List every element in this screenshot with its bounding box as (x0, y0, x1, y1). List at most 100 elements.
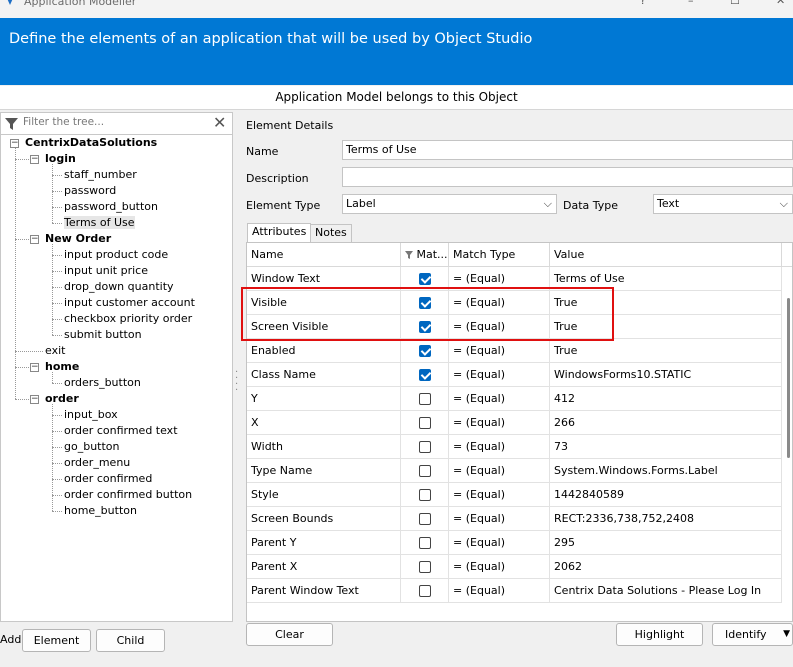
match-checkbox[interactable] (419, 513, 431, 525)
add-child-button[interactable]: Child (96, 629, 165, 652)
close-icon[interactable]: ✕ (213, 114, 226, 132)
table-row[interactable]: Parent Window Text = (Equal) Centrix Dat… (247, 579, 782, 603)
tree-node-group[interactable]: home (45, 359, 79, 375)
match-type-cell[interactable]: = (Equal) (449, 435, 550, 459)
table-row[interactable]: Type Name = (Equal) System.Windows.Forms… (247, 459, 782, 483)
column-header-match[interactable]: Mat... (401, 243, 449, 267)
tree-node-element[interactable]: order_menu (64, 455, 130, 471)
match-checkbox[interactable] (419, 465, 431, 477)
match-cell (401, 435, 449, 459)
match-checkbox[interactable] (419, 393, 431, 405)
tree-node-element[interactable]: input product code (64, 247, 168, 263)
tree-node-element[interactable]: password (64, 183, 116, 199)
match-checkbox[interactable] (419, 273, 431, 285)
match-checkbox[interactable] (419, 417, 431, 429)
tree-node-element[interactable]: order confirmed (64, 471, 152, 487)
tree-node-group[interactable]: login (45, 151, 76, 167)
tree-node-group[interactable]: New Order (45, 231, 111, 247)
help-icon[interactable]: ? (640, 0, 646, 7)
tree-node-element[interactable]: orders_button (64, 375, 141, 391)
value-cell[interactable]: 412 (550, 387, 782, 411)
tree-node-element[interactable]: order confirmed button (64, 487, 192, 503)
collapse-toggle[interactable]: − (10, 139, 19, 148)
description-field[interactable] (342, 167, 793, 187)
value-cell[interactable]: 2062 (550, 555, 782, 579)
value-cell[interactable]: Centrix Data Solutions - Please Log In (550, 579, 782, 603)
tree-node-element[interactable]: order confirmed text (64, 423, 178, 439)
tree-filter[interactable]: Filter the tree... ✕ (1, 113, 232, 135)
collapse-toggle[interactable]: − (30, 155, 39, 164)
tree-node-element[interactable]: drop_down quantity (64, 279, 174, 295)
grid-scrollbar[interactable] (787, 298, 790, 458)
column-header-value[interactable]: Value (550, 243, 782, 267)
match-checkbox[interactable] (419, 441, 431, 453)
value-cell[interactable]: 1442840589 (550, 483, 782, 507)
table-row[interactable]: Parent X = (Equal) 2062 (247, 555, 782, 579)
tree-node-root[interactable]: CentrixDataSolutions (25, 135, 157, 151)
value-cell[interactable]: 73 (550, 435, 782, 459)
tab-notes[interactable]: Notes (310, 224, 352, 242)
tree-node-element[interactable]: home_button (64, 503, 137, 519)
description-label: Description (246, 172, 309, 185)
match-checkbox[interactable] (419, 489, 431, 501)
name-field[interactable]: Terms of Use (342, 140, 793, 160)
tree-node-group[interactable]: exit (45, 343, 65, 359)
table-row[interactable]: Screen Bounds = (Equal) RECT:2336,738,75… (247, 507, 782, 531)
value-cell[interactable]: 266 (550, 411, 782, 435)
match-type-cell[interactable]: = (Equal) (449, 363, 550, 387)
tree-node-element[interactable]: input_box (64, 407, 118, 423)
value-cell[interactable]: WindowsForms10.STATIC (550, 363, 782, 387)
table-row[interactable]: Parent Y = (Equal) 295 (247, 531, 782, 555)
column-header-match-type[interactable]: Match Type (449, 243, 550, 267)
match-checkbox[interactable] (419, 537, 431, 549)
tree-node-element[interactable]: staff_number (64, 167, 137, 183)
value-cell[interactable]: System.Windows.Forms.Label (550, 459, 782, 483)
collapse-toggle[interactable]: − (30, 395, 39, 404)
table-row[interactable]: Enabled = (Equal) True (247, 339, 782, 363)
match-checkbox[interactable] (419, 561, 431, 573)
match-checkbox[interactable] (419, 585, 431, 597)
table-row[interactable]: Class Name = (Equal) WindowsForms10.STAT… (247, 363, 782, 387)
highlight-button[interactable]: Highlight (616, 623, 703, 646)
value-cell[interactable]: RECT:2336,738,752,2408 (550, 507, 782, 531)
splitter-handle[interactable]: · · · · (235, 368, 238, 396)
tab-attributes[interactable]: Attributes (247, 223, 312, 242)
match-type-cell[interactable]: = (Equal) (449, 483, 550, 507)
close-icon[interactable]: ✕ (776, 0, 785, 7)
collapse-toggle[interactable]: − (30, 235, 39, 244)
filter-input[interactable]: Filter the tree... (23, 116, 104, 128)
match-type-cell[interactable]: = (Equal) (449, 459, 550, 483)
add-element-button[interactable]: Element (22, 629, 91, 652)
match-type-cell[interactable]: = (Equal) (449, 387, 550, 411)
table-row[interactable]: X = (Equal) 266 (247, 411, 782, 435)
identify-button[interactable]: Identify ▼ (712, 623, 793, 646)
tree-node-element[interactable]: password_button (64, 199, 158, 215)
collapse-toggle[interactable]: − (30, 363, 39, 372)
match-checkbox[interactable] (419, 369, 431, 381)
tree-node-element[interactable]: submit button (64, 327, 142, 343)
clear-button[interactable]: Clear (246, 623, 333, 646)
element-type-select[interactable]: Label ⌵ (342, 194, 557, 214)
match-type-cell[interactable]: = (Equal) (449, 411, 550, 435)
data-type-select[interactable]: Text ⌵ (653, 194, 793, 214)
maximize-icon[interactable]: ☐ (730, 0, 740, 7)
minimize-icon[interactable]: – (688, 0, 694, 7)
value-cell[interactable]: 295 (550, 531, 782, 555)
value-cell[interactable]: True (550, 339, 782, 363)
tree-node-element[interactable]: Terms of Use (64, 215, 135, 231)
tree-node-element[interactable]: go_button (64, 439, 120, 455)
match-type-cell[interactable]: = (Equal) (449, 579, 550, 603)
match-type-cell[interactable]: = (Equal) (449, 507, 550, 531)
match-type-cell[interactable]: = (Equal) (449, 555, 550, 579)
table-row[interactable]: Y = (Equal) 412 (247, 387, 782, 411)
match-type-cell[interactable]: = (Equal) (449, 339, 550, 363)
tree-node-group[interactable]: order (45, 391, 79, 407)
match-type-cell[interactable]: = (Equal) (449, 531, 550, 555)
tree-node-element[interactable]: input customer account (64, 295, 195, 311)
tree-node-element[interactable]: checkbox priority order (64, 311, 192, 327)
column-header-name[interactable]: Name (247, 243, 401, 267)
table-row[interactable]: Width = (Equal) 73 (247, 435, 782, 459)
table-row[interactable]: Style = (Equal) 1442840589 (247, 483, 782, 507)
match-checkbox[interactable] (419, 345, 431, 357)
tree-node-element[interactable]: input unit price (64, 263, 148, 279)
